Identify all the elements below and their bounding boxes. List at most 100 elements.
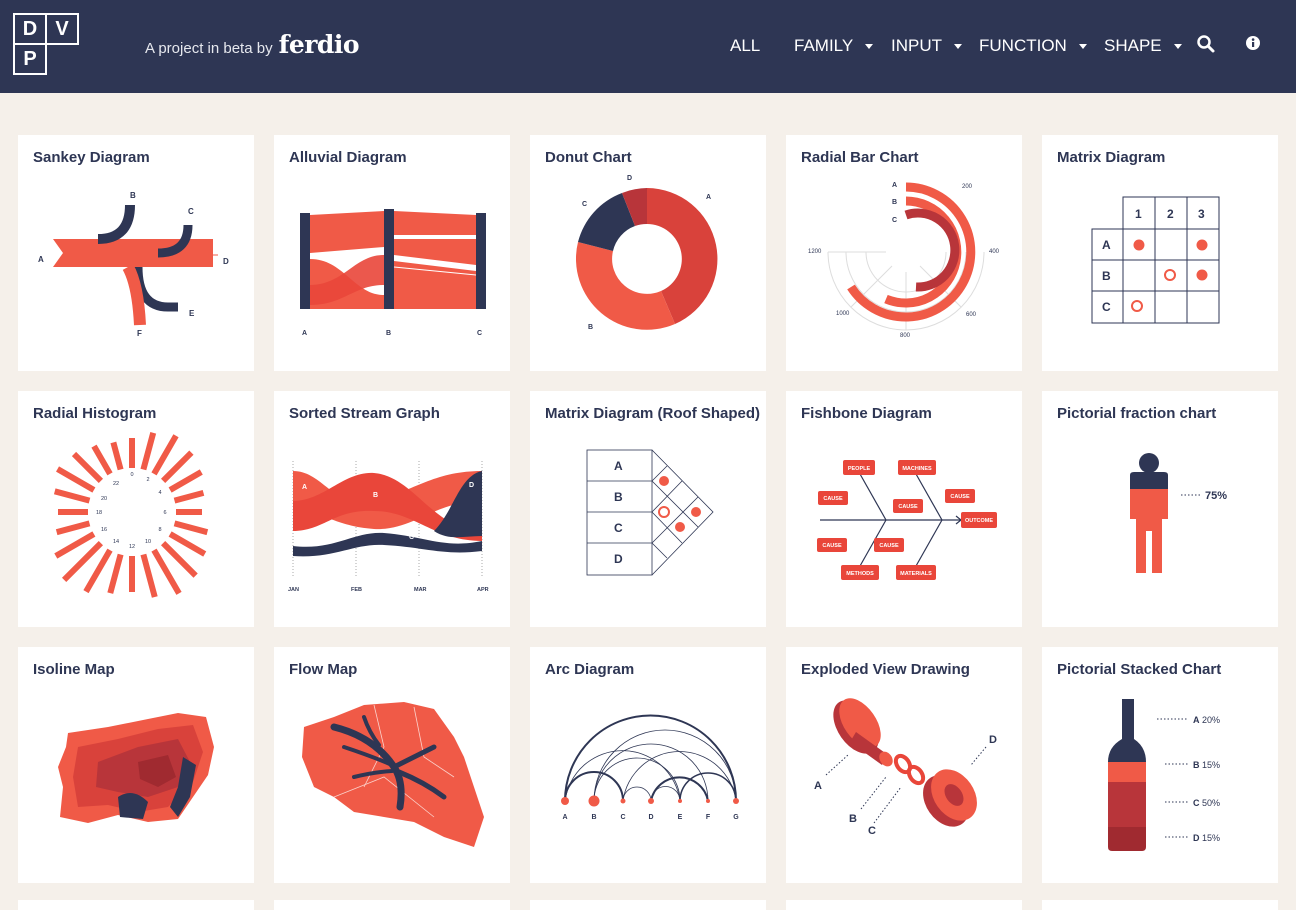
svg-text:C 50%: C 50% (1193, 798, 1220, 808)
exploded-label: A (814, 780, 822, 792)
nav-all[interactable]: ALL (730, 36, 760, 56)
radial-bar-tick: 600 (966, 312, 977, 318)
sankey-label: E (189, 309, 195, 318)
card-matrix-diagram-roof[interactable]: Matrix Diagram (Roof Shaped) A B C D (530, 391, 766, 627)
arc-label: C (620, 814, 625, 821)
card-pictorial-stacked-chart[interactable]: Pictorial Stacked Chart A 20% B 15% C 50… (1042, 647, 1278, 883)
matrix-label: A (1102, 238, 1111, 252)
donut-label: C (582, 201, 587, 208)
arc-label: D (648, 814, 653, 821)
flow-map-thumbnail (302, 702, 484, 847)
card-sankey-diagram[interactable]: Sankey Diagram A B C D E F (18, 135, 254, 371)
search-icon[interactable] (1196, 34, 1216, 54)
stream-axis-label: MAR (414, 587, 427, 593)
card-flow-map[interactable]: Flow Map (274, 647, 510, 883)
logo-letter-p: P (13, 43, 47, 75)
radial-bar-thumbnail: A B C 200 400 600 800 1000 1200 (808, 182, 1000, 339)
svg-text:METHODS: METHODS (846, 571, 874, 577)
stream-label: D (469, 482, 474, 489)
matrix-label: C (1102, 300, 1111, 314)
exploded-label: B (849, 813, 857, 825)
nav-shape[interactable]: SHAPE (1104, 36, 1182, 56)
card-sorted-stream-graph[interactable]: Sorted Stream Graph A B C D JAN FEB MAR … (274, 391, 510, 627)
alluvial-thumbnail: A B C (300, 209, 486, 337)
caret-down-icon (1078, 43, 1087, 49)
site-header: D V P A project in beta by ferdio ALL FA… (0, 0, 1296, 93)
histogram-bar (110, 441, 124, 471)
stream-axis-label: JAN (288, 587, 299, 593)
histogram-bar (173, 489, 205, 504)
svg-text:CAUSE: CAUSE (950, 494, 970, 500)
histogram-bar (176, 509, 202, 515)
alluvial-label: A (302, 330, 307, 337)
info-icon[interactable] (1244, 34, 1264, 54)
sankey-thumbnail: A B C D E F (38, 191, 229, 338)
radial-bar-tick: 400 (989, 249, 1000, 255)
nav-family[interactable]: FAMILY (794, 36, 874, 56)
card-radial-bar-chart[interactable]: Radial Bar Chart A B C 200 400 600 800 1… (786, 135, 1022, 371)
caret-down-icon (1173, 43, 1182, 49)
svg-text:6: 6 (163, 510, 166, 516)
arc-label: E (678, 814, 683, 821)
matrix-label: B (1102, 269, 1111, 283)
radial-bar-label: B (892, 199, 897, 206)
radial-bar-label: A (892, 182, 897, 189)
exploded-view-thumbnail: A B C D (814, 698, 997, 837)
svg-text:8: 8 (158, 527, 161, 533)
card-donut-chart[interactable]: Donut Chart A B C D (530, 135, 766, 371)
svg-text:2: 2 (146, 477, 149, 483)
nav-input-label: INPUT (891, 36, 942, 55)
svg-text:CAUSE: CAUSE (879, 543, 899, 549)
exploded-label: C (868, 825, 876, 837)
card-stub (530, 900, 766, 910)
svg-text:18: 18 (96, 510, 102, 516)
roof-matrix-label: C (614, 521, 623, 535)
matrix-label: 1 (1135, 207, 1142, 221)
histogram-bar (129, 438, 135, 468)
nav-function[interactable]: FUNCTION (979, 36, 1087, 56)
tagline: A project in beta by ferdio (145, 30, 360, 59)
svg-text:PEOPLE: PEOPLE (848, 466, 871, 472)
card-isoline-map[interactable]: Isoline Map (18, 647, 254, 883)
donut-label: B (588, 324, 593, 331)
histogram-bar (58, 509, 88, 515)
card-exploded-view-drawing[interactable]: Exploded View Drawing AB CD (786, 647, 1022, 883)
histogram-bar (129, 556, 135, 592)
card-arc-diagram[interactable]: Arc Diagram AB CD EF G (530, 647, 766, 883)
svg-text:22: 22 (113, 481, 119, 487)
radial-histogram-thumbnail: 0 2 4 6 8 10 12 14 16 18 20 22 (53, 432, 209, 598)
sankey-label: B (130, 191, 136, 200)
card-radial-histogram[interactable]: Radial Histogram 0 2 4 6 8 10 12 14 16 1… (18, 391, 254, 627)
alluvial-label: B (386, 330, 391, 337)
nav-input[interactable]: INPUT (891, 36, 962, 56)
histogram-bar (107, 553, 124, 594)
dvp-logo[interactable]: D V P (13, 13, 81, 77)
histogram-bar (173, 520, 209, 536)
arc-label: A (562, 814, 567, 821)
exploded-label: D (989, 734, 997, 746)
card-alluvial-diagram[interactable]: Alluvial Diagram A B C (274, 135, 510, 371)
arc-label: B (591, 814, 596, 821)
nav-function-label: FUNCTION (979, 36, 1067, 55)
radial-bar-tick: 1200 (808, 249, 822, 255)
svg-text:10: 10 (145, 539, 151, 545)
arc-label: G (733, 814, 739, 821)
svg-text:12: 12 (129, 544, 135, 550)
tagline-prefix: A project in beta by (145, 40, 273, 57)
nav-family-label: FAMILY (794, 36, 854, 55)
card-pictorial-fraction-chart[interactable]: Pictorial fraction chart 75% (1042, 391, 1278, 627)
card-fishbone-diagram[interactable]: Fishbone Diagram PEOPLE MACHINES CAUSE CAU… (786, 391, 1022, 627)
svg-text:CAUSE: CAUSE (822, 543, 842, 549)
nav-all-label: ALL (730, 36, 761, 55)
matrix-thumbnail: 1 2 3 A B C (1091, 196, 1220, 324)
matrix-label: 2 (1167, 207, 1174, 221)
donut-label: A (706, 194, 711, 201)
svg-text:B 15%: B 15% (1193, 760, 1220, 770)
card-matrix-diagram[interactable]: Matrix Diagram 1 2 3 A B C (1042, 135, 1278, 371)
svg-text:D 15%: D 15% (1193, 833, 1220, 843)
ferdio-link[interactable]: ferdio (279, 30, 360, 59)
svg-text:A 20%: A 20% (1193, 715, 1220, 725)
card-stub (1042, 900, 1278, 910)
svg-text:MACHINES: MACHINES (902, 466, 932, 472)
card-stub (786, 900, 1022, 910)
